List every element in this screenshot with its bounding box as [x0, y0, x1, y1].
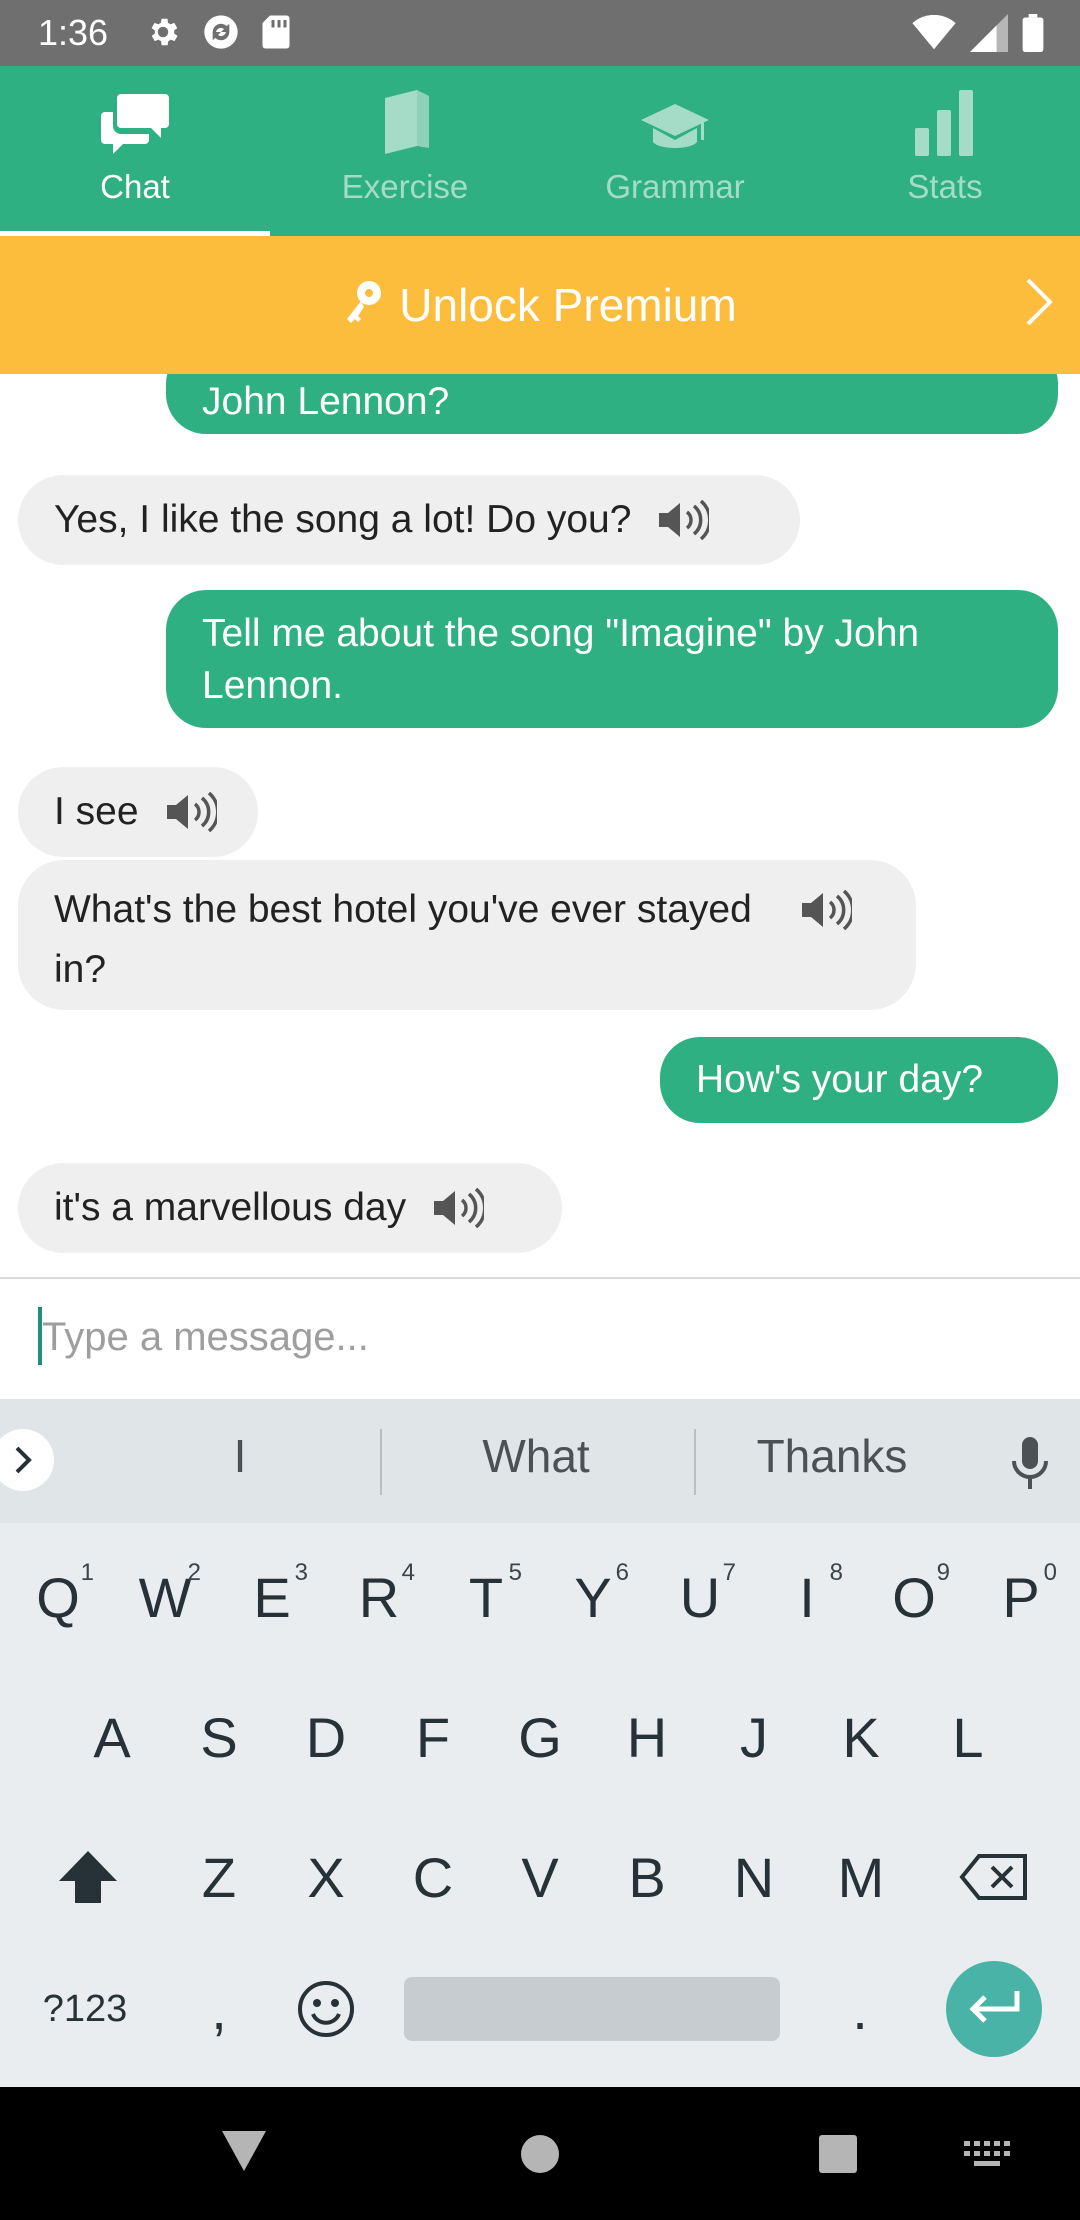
recents-icon[interactable]: [817, 2133, 859, 2175]
key-period[interactable]: .: [812, 1949, 908, 2069]
back-icon[interactable]: [220, 2127, 268, 2173]
message-user: Tell me about the song "Imagine" by John…: [166, 590, 1058, 728]
key-c[interactable]: C: [385, 1817, 481, 1937]
backspace-icon: [959, 1854, 1027, 1900]
key-u[interactable]: U7: [652, 1537, 748, 1657]
shift-icon: [59, 1851, 117, 1903]
tab-exercise[interactable]: Exercise: [270, 66, 540, 236]
status-notification-icons: [145, 12, 291, 52]
key-o[interactable]: O9: [866, 1537, 962, 1657]
tab-exercise-label: Exercise: [341, 168, 469, 205]
key-icon: [347, 281, 382, 323]
microphone-icon[interactable]: [1010, 1437, 1050, 1491]
key-x[interactable]: X: [278, 1817, 374, 1937]
message-bot: it's a marvellous day: [18, 1163, 562, 1253]
tab-stats[interactable]: Stats: [810, 66, 1080, 236]
wifi-icon: [912, 15, 956, 50]
key-y[interactable]: Y6: [545, 1537, 641, 1657]
key-k[interactable]: K: [813, 1677, 909, 1797]
status-bar: 1:36: [0, 0, 1080, 66]
speaker-icon[interactable]: [432, 1188, 485, 1228]
soft-keyboard: I What Thanks Q1 W2 E3 R4 T5 Y6 U7 I8 O9…: [0, 1399, 1080, 2087]
key-l[interactable]: L: [920, 1677, 1016, 1797]
key-d[interactable]: D: [278, 1677, 374, 1797]
key-h[interactable]: H: [599, 1677, 695, 1797]
key-p[interactable]: P0: [973, 1537, 1069, 1657]
graduation-cap-icon: [641, 104, 709, 148]
speaker-icon[interactable]: [165, 792, 217, 832]
message-user: How's your day?: [660, 1037, 1058, 1123]
key-t[interactable]: T5: [438, 1537, 534, 1657]
message-input[interactable]: [38, 1305, 1038, 1369]
key-e[interactable]: E3: [224, 1537, 320, 1657]
tab-bar: Chat Exercise Grammar Stats: [0, 66, 1080, 236]
key-f[interactable]: F: [385, 1677, 481, 1797]
key-b[interactable]: B: [599, 1817, 695, 1937]
key-j[interactable]: J: [706, 1677, 802, 1797]
home-icon[interactable]: [519, 2133, 561, 2175]
suggestion-bar: I What Thanks: [0, 1399, 1080, 1523]
chevron-right-icon: [1026, 278, 1053, 326]
battery-icon: [1022, 14, 1044, 52]
tab-grammar-label: Grammar: [605, 168, 745, 205]
message-bot: I see: [18, 767, 258, 857]
key-v[interactable]: V: [492, 1817, 588, 1937]
enter-icon: [969, 1991, 1020, 2023]
key-g[interactable]: G: [492, 1677, 588, 1797]
keyboard-switch-icon[interactable]: [964, 2141, 1012, 2169]
emoji-icon: [298, 1981, 354, 2037]
message-user: John Lennon?: [166, 374, 1058, 434]
suggestion-3[interactable]: Thanks: [712, 1429, 952, 1483]
unlock-premium-banner[interactable]: Unlock Premium: [0, 236, 1080, 374]
settings-gear-icon: [151, 18, 178, 46]
key-z[interactable]: Z: [171, 1817, 267, 1937]
suggestion-1[interactable]: I: [120, 1429, 360, 1483]
chevron-right-icon: [15, 1446, 32, 1474]
speaker-icon[interactable]: [657, 500, 710, 540]
unlock-premium-label: Unlock Premium: [399, 279, 737, 331]
key-m[interactable]: M: [813, 1817, 909, 1937]
message-bot: Yes, I like the song a lot! Do you?: [18, 475, 800, 565]
suggestion-2[interactable]: What: [416, 1429, 656, 1483]
tab-chat-label: Chat: [100, 168, 170, 205]
cell-signal-icon: [970, 14, 1008, 52]
tab-chat[interactable]: Chat: [0, 66, 270, 236]
key-comma[interactable]: ,: [171, 1949, 267, 2069]
chat-messages[interactable]: John Lennon? Yes, I like the song a lot!…: [0, 374, 1080, 1278]
key-enter[interactable]: [946, 1961, 1042, 2057]
key-space[interactable]: [404, 1977, 780, 2041]
expand-toolbar-button[interactable]: [0, 1429, 54, 1491]
key-n[interactable]: N: [706, 1817, 802, 1937]
sd-card-icon: [262, 15, 290, 49]
status-time: 1:36: [38, 12, 109, 53]
tab-stats-label: Stats: [907, 168, 983, 205]
chat-icon: [101, 94, 169, 154]
key-s[interactable]: S: [171, 1677, 267, 1797]
key-r[interactable]: R4: [331, 1537, 427, 1657]
tab-grammar[interactable]: Grammar: [540, 66, 810, 236]
key-i[interactable]: I8: [759, 1537, 855, 1657]
message-input-area: [0, 1279, 1080, 1399]
key-a[interactable]: A: [64, 1677, 160, 1797]
key-symbols[interactable]: ?123: [30, 1949, 140, 2069]
key-shift[interactable]: [38, 1817, 138, 1937]
key-w[interactable]: W2: [117, 1537, 213, 1657]
book-icon: [385, 90, 429, 154]
message-bot: What's the best hotel you've ever stayed…: [18, 860, 916, 1010]
bar-chart-icon: [915, 90, 973, 156]
status-system-icons: [912, 14, 1044, 52]
key-emoji[interactable]: [278, 1949, 374, 2069]
key-q[interactable]: Q1: [10, 1537, 106, 1657]
key-backspace[interactable]: [944, 1817, 1044, 1937]
navigation-bar: [0, 2087, 1080, 2220]
sync-icon: [204, 15, 238, 49]
suggestion-separator: [694, 1429, 696, 1495]
speaker-icon[interactable]: [800, 890, 852, 930]
suggestion-separator: [380, 1429, 382, 1495]
